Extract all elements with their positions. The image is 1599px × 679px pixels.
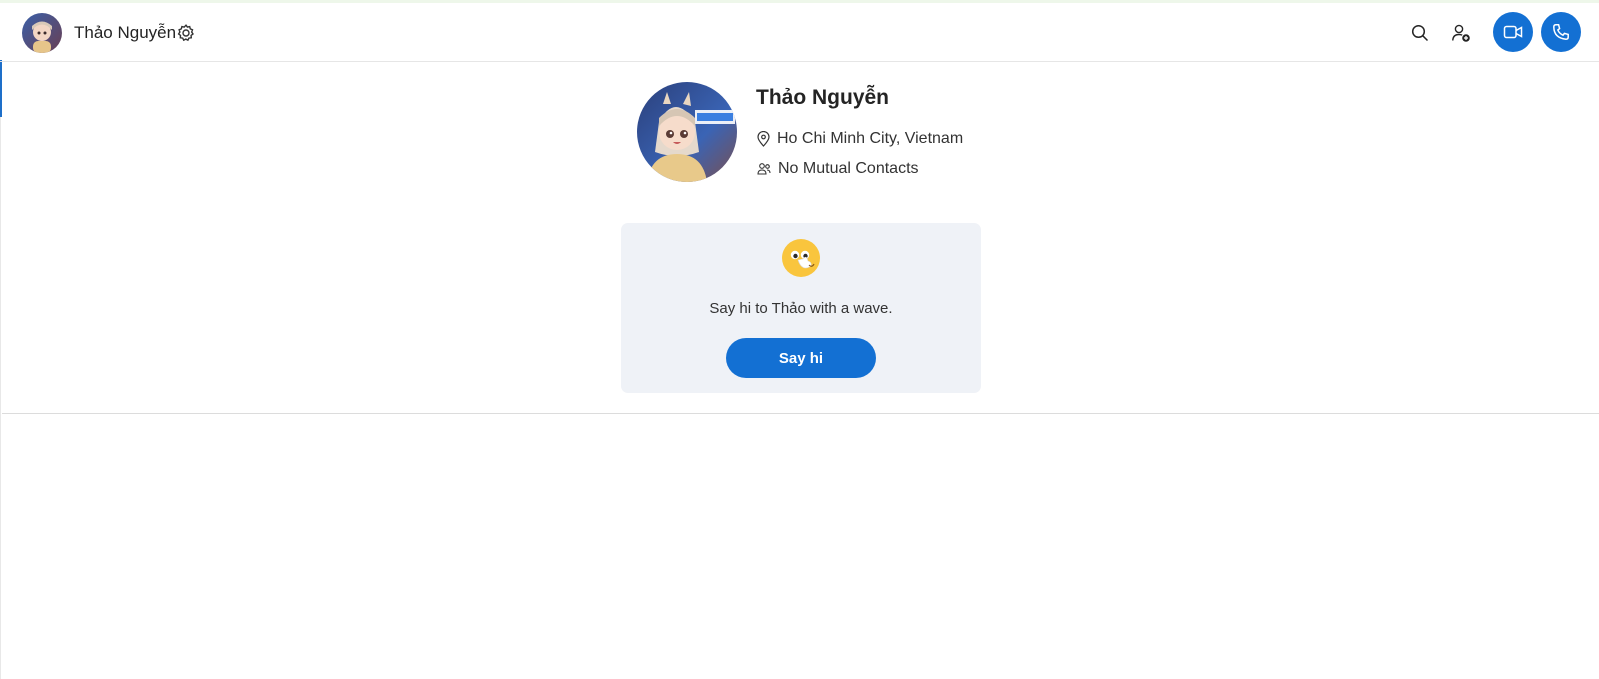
video-camera-icon <box>1503 25 1523 39</box>
left-border <box>0 117 1 679</box>
mutual-contacts-text: No Mutual Contacts <box>778 160 919 177</box>
add-person-icon[interactable] <box>1445 17 1477 49</box>
location-text: Ho Chi Minh City, Vietnam <box>777 130 964 147</box>
say-hi-button[interactable]: Say hi <box>726 338 876 378</box>
mutual-contacts-row: No Mutual Contacts <box>757 160 919 178</box>
phone-icon <box>1553 24 1569 40</box>
profile-avatar[interactable] <box>637 82 737 182</box>
header-contact-name[interactable]: Thảo Nguyễn <box>74 23 176 43</box>
waving-hand-emoji <box>781 238 821 278</box>
header-avatar[interactable] <box>22 13 62 53</box>
location-pin-icon <box>757 131 770 147</box>
wave-card: Say hi to Thảo with a wave. Say hi <box>621 223 981 393</box>
video-call-button[interactable] <box>1493 12 1533 52</box>
location-row: Ho Chi Minh City, Vietnam <box>757 130 963 148</box>
audio-call-button[interactable] <box>1541 12 1581 52</box>
content-divider <box>2 413 1599 414</box>
chat-header: Thảo Nguyễn <box>0 3 1599 62</box>
active-chat-indicator <box>0 60 2 117</box>
wave-message: Say hi to Thảo with a wave. <box>709 300 893 317</box>
profile-name: Thảo Nguyễn <box>756 86 890 109</box>
gear-icon[interactable] <box>176 23 196 43</box>
contacts-icon <box>757 163 771 175</box>
search-icon[interactable] <box>1404 17 1436 49</box>
